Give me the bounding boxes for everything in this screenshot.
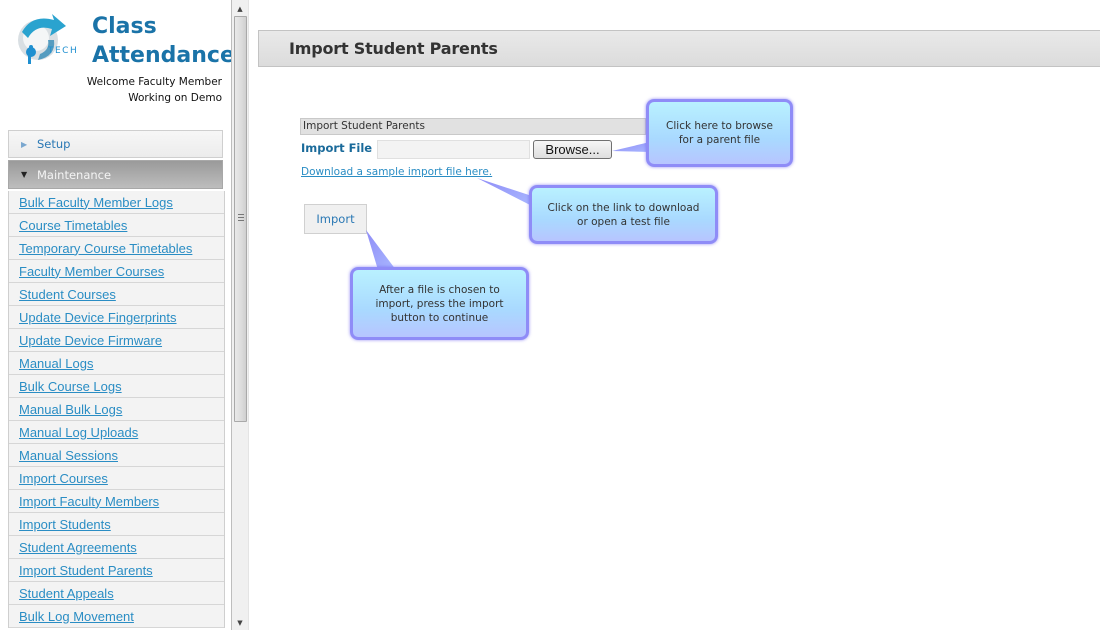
menu-item: Faculty Member Courses <box>9 260 224 283</box>
callout-pointer-browse <box>612 142 650 152</box>
accordion-maintenance[interactable]: ▼ Maintenance <box>8 160 223 189</box>
accordion-setup[interactable]: ▶ Setup <box>8 130 223 158</box>
accordion-maintenance-label: Maintenance <box>37 167 112 182</box>
menu-item: Bulk Log Movement <box>9 605 224 628</box>
working-on-text: Working on Demo <box>128 92 222 104</box>
menu-link-import-courses[interactable]: Import Courses <box>19 471 108 486</box>
menu-item: Manual Sessions <box>9 444 224 467</box>
menu-link-student-appeals[interactable]: Student Appeals <box>19 586 114 601</box>
menu-item: Manual Log Uploads <box>9 421 224 444</box>
menu-link-student-agreements[interactable]: Student Agreements <box>19 540 137 555</box>
iptech-logo: TECH <box>14 10 86 70</box>
import-file-input[interactable] <box>377 140 530 159</box>
app-title-line2: Attendance <box>92 43 231 68</box>
menu-item: Manual Logs <box>9 352 224 375</box>
menu-link-import-students[interactable]: Import Students <box>19 517 111 532</box>
import-button[interactable]: Import <box>304 204 367 234</box>
menu-item: Import Students <box>9 513 224 536</box>
menu-item: Bulk Course Logs <box>9 375 224 398</box>
callout-browse-text: Click here to browse for a parent file <box>666 120 773 146</box>
callout-browse-hint: Click here to browse for a parent file <box>646 99 793 167</box>
accordion-setup-label: Setup <box>37 137 71 151</box>
import-file-label: Import File <box>301 141 373 155</box>
menu-link-update-device-fingerprints[interactable]: Update Device Fingerprints <box>19 310 177 325</box>
menu-item: Student Agreements <box>9 536 224 559</box>
menu-item: Bulk Faculty Member Logs <box>9 191 224 214</box>
menu-link-manual-logs[interactable]: Manual Logs <box>19 356 93 371</box>
app-title-line1: Class <box>92 14 157 39</box>
maintenance-menu: Bulk Faculty Member Logs Course Timetabl… <box>8 191 225 628</box>
callout-import-hint: After a file is chosen to import, press … <box>350 267 529 340</box>
page-header: Import Student Parents <box>258 30 1100 67</box>
menu-item: Manual Bulk Logs <box>9 398 224 421</box>
menu-item: Temporary Course Timetables <box>9 237 224 260</box>
menu-link-import-student-parents[interactable]: Import Student Parents <box>19 563 153 578</box>
caret-down-icon: ▼ <box>21 170 28 179</box>
menu-link-import-faculty-members[interactable]: Import Faculty Members <box>19 494 159 509</box>
sidebar-scrollbar[interactable]: ▲ ▼ <box>231 0 249 630</box>
menu-item: Import Faculty Members <box>9 490 224 513</box>
welcome-text: Welcome Faculty Member <box>86 76 222 88</box>
caret-right-icon: ▶ <box>21 139 28 149</box>
callout-pointer-sample <box>477 178 532 206</box>
menu-link-faculty-member-courses[interactable]: Faculty Member Courses <box>19 264 164 279</box>
browse-button[interactable]: Browse... <box>533 140 612 159</box>
left-panel: TECH Class Attendance Welcome Faculty Me… <box>0 0 231 630</box>
menu-item: Import Student Parents <box>9 559 224 582</box>
menu-item: Import Courses <box>9 467 224 490</box>
menu-link-student-courses[interactable]: Student Courses <box>19 287 116 302</box>
menu-link-update-device-firmware[interactable]: Update Device Firmware <box>19 333 162 348</box>
menu-item: Course Timetables <box>9 214 224 237</box>
menu-item: Update Device Fingerprints <box>9 306 224 329</box>
download-sample-link[interactable]: Download a sample import file here. <box>301 166 492 178</box>
callout-import-text: After a file is chosen to import, press … <box>375 283 504 324</box>
menu-link-bulk-faculty-member-logs[interactable]: Bulk Faculty Member Logs <box>19 195 173 210</box>
menu-link-course-timetables[interactable]: Course Timetables <box>19 218 127 233</box>
scroll-up-arrow-icon[interactable]: ▲ <box>232 2 248 16</box>
menu-link-manual-sessions[interactable]: Manual Sessions <box>19 448 118 463</box>
menu-link-temporary-course-timetables[interactable]: Temporary Course Timetables <box>19 241 192 256</box>
scrollbar-thumb[interactable] <box>234 16 247 422</box>
menu-item: Update Device Firmware <box>9 329 224 352</box>
menu-link-manual-bulk-logs[interactable]: Manual Bulk Logs <box>19 402 122 417</box>
menu-link-manual-log-uploads[interactable]: Manual Log Uploads <box>19 425 138 440</box>
logo-text: TECH <box>48 46 79 56</box>
welcome-block: Welcome Faculty Member Working on Demo <box>87 74 222 106</box>
callout-pointer-import <box>366 230 396 270</box>
app-title: Class Attendance <box>92 12 231 70</box>
grip-icon <box>238 214 244 223</box>
menu-link-bulk-course-logs[interactable]: Bulk Course Logs <box>19 379 122 394</box>
menu-item: Student Courses <box>9 283 224 306</box>
form-box-title: Import Student Parents <box>300 118 646 135</box>
menu-link-bulk-log-movement[interactable]: Bulk Log Movement <box>19 609 134 624</box>
page-title: Import Student Parents <box>289 39 498 58</box>
callout-sample-text: Click on the link to download or open a … <box>547 201 700 228</box>
menu-item: Student Appeals <box>9 582 224 605</box>
scroll-down-arrow-icon[interactable]: ▼ <box>232 616 248 630</box>
callout-sample-hint: Click on the link to download or open a … <box>529 185 718 244</box>
